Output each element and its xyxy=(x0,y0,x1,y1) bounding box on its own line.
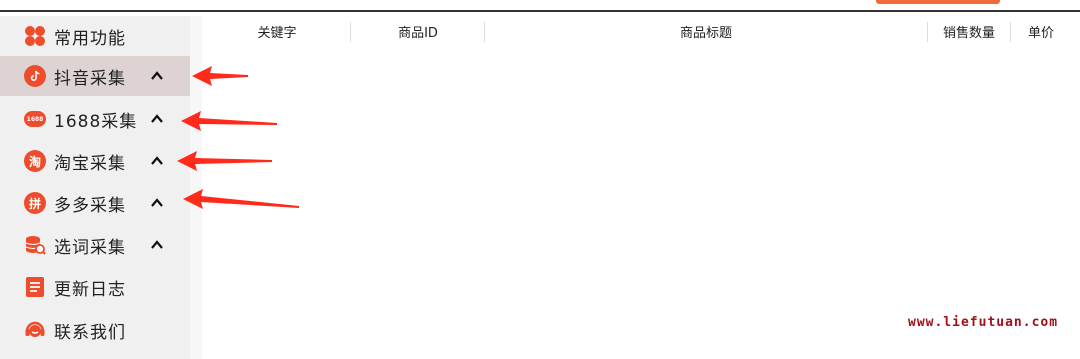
window-top-border xyxy=(0,10,1080,12)
sidebar-item-label: 抖音采集 xyxy=(54,68,126,89)
column-divider[interactable] xyxy=(350,22,351,42)
database-search-icon xyxy=(24,234,46,256)
sidebar-item-pinduoduo-collect[interactable]: 拼 多多采集 xyxy=(0,183,190,223)
sidebar-item-label: 1688采集 xyxy=(54,111,138,132)
headset-icon xyxy=(24,319,46,341)
pinduoduo-icon: 拼 xyxy=(24,192,46,214)
top-action-button[interactable] xyxy=(876,0,1000,4)
sidebar-item-contact-us[interactable]: 联系我们 xyxy=(0,310,190,350)
column-header-unit-price[interactable]: 单价 xyxy=(1011,16,1071,46)
table-body xyxy=(202,46,1080,359)
column-header-keyword[interactable]: 关键字 xyxy=(202,16,352,46)
alibaba-1688-icon: 1688 xyxy=(24,108,46,130)
column-header-sales-quantity[interactable]: 销售数量 xyxy=(928,16,1010,46)
sidebar-item-label: 更新日志 xyxy=(54,279,126,300)
column-header-product-title[interactable]: 商品标题 xyxy=(485,16,927,46)
sidebar-item-common-functions[interactable]: 常用功能 xyxy=(0,16,190,56)
grid-icon xyxy=(24,25,46,47)
chevron-up-icon[interactable] xyxy=(150,112,164,126)
sidebar-item-label: 淘宝采集 xyxy=(54,153,126,174)
chevron-up-icon[interactable] xyxy=(150,69,164,83)
douyin-icon xyxy=(24,65,46,87)
chevron-up-icon[interactable] xyxy=(150,196,164,210)
sidebar-item-label: 联系我们 xyxy=(54,322,126,343)
sidebar-item-label: 选词采集 xyxy=(54,237,126,258)
watermark-text: www.liefutuan.com xyxy=(908,315,1059,330)
sidebar-item-label: 多多采集 xyxy=(54,195,126,216)
sidebar-item-douyin-collect[interactable]: 抖音采集 xyxy=(0,56,190,96)
chevron-up-icon[interactable] xyxy=(150,154,164,168)
sidebar-gutter xyxy=(190,16,202,359)
table-header: 关键字 商品ID 商品标题 销售数量 单价 xyxy=(202,16,1080,46)
sidebar-item-update-log[interactable]: 更新日志 xyxy=(0,267,190,307)
sidebar-item-label: 常用功能 xyxy=(54,28,126,49)
chevron-up-icon[interactable] xyxy=(150,238,164,252)
column-header-product-id[interactable]: 商品ID xyxy=(352,16,484,46)
sidebar-item-taobao-collect[interactable]: 淘 淘宝采集 xyxy=(0,141,190,181)
sidebar-item-1688-collect[interactable]: 1688 1688采集 xyxy=(0,99,190,139)
log-icon xyxy=(24,276,46,298)
taobao-icon: 淘 xyxy=(24,150,46,172)
sidebar-item-keyword-collect[interactable]: 选词采集 xyxy=(0,225,190,265)
